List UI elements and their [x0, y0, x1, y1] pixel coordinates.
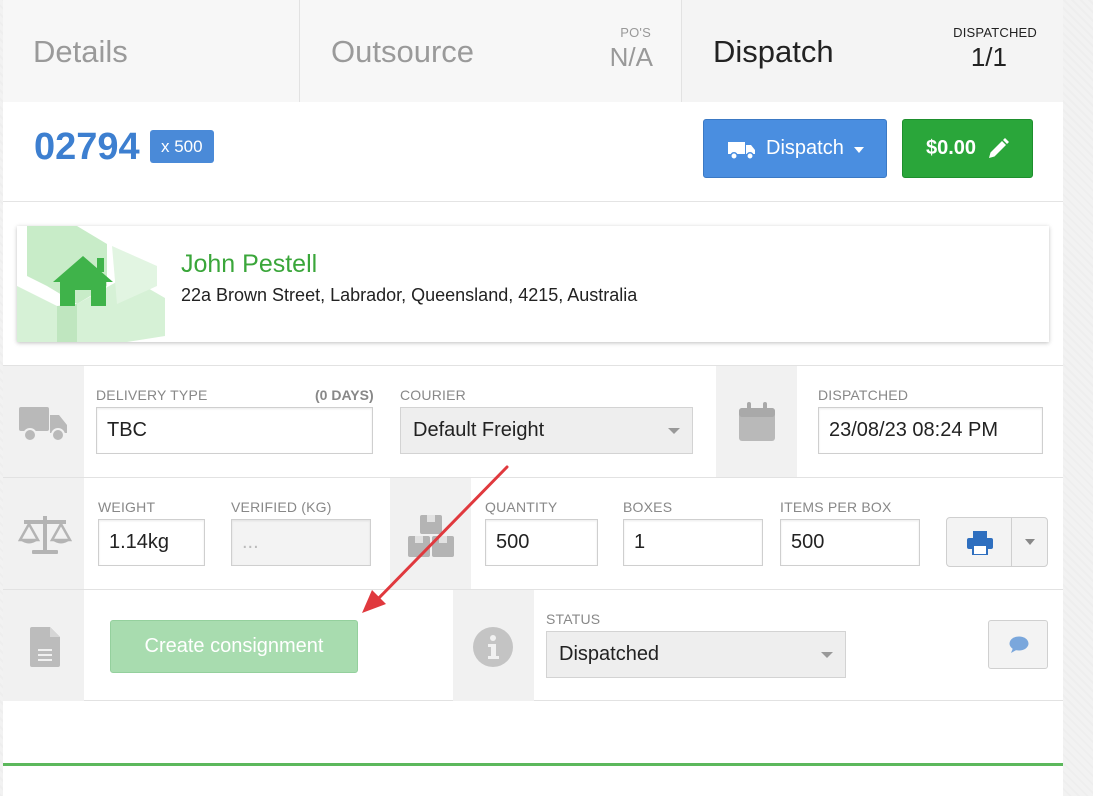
verified-weight-input[interactable]: ... [231, 519, 371, 566]
home-icon [17, 226, 167, 342]
quantity-badge: x 500 [150, 130, 214, 163]
job-header: 02794 x 500 Dispatch $0.00 [3, 102, 1063, 202]
items-per-box-input[interactable]: 500 [780, 519, 920, 566]
quantity-input[interactable]: 500 [485, 519, 598, 566]
footer-divider [3, 763, 1063, 766]
tab-bar: Details Outsource PO'S N/A Dispatch DISP… [3, 0, 1063, 102]
pencil-icon [986, 137, 1010, 167]
delivery-type-hint: (0 DAYS) [315, 387, 374, 403]
dispatch-panel: Details Outsource PO'S N/A Dispatch DISP… [3, 0, 1063, 796]
job-number: 02794 [34, 126, 140, 168]
boxes-icon-cell [390, 478, 471, 589]
weight-icon-cell [3, 478, 84, 589]
status-select[interactable]: Dispatched [546, 631, 846, 678]
dispatch-button[interactable]: Dispatch [703, 119, 887, 178]
dispatched-date-input[interactable]: 23/08/23 08:24 PM [818, 407, 1043, 454]
price-button-label: $0.00 [926, 137, 977, 159]
po-value: N/A [609, 42, 653, 72]
courier-value: Default Freight [413, 419, 545, 441]
boxes-label: BOXES [623, 499, 673, 515]
weight-input[interactable]: 1.14kg [98, 519, 205, 566]
chevron-down-icon [1025, 539, 1035, 545]
truck-icon [19, 403, 69, 448]
verified-weight-label: VERIFIED (KG) [231, 499, 332, 515]
customer-address: 22a Brown Street, Labrador, Queensland, … [181, 285, 638, 305]
create-consignment-button[interactable]: Create consignment [110, 620, 358, 673]
customer-name: John Pestell [181, 250, 318, 278]
delivery-row: DELIVERY TYPE (0 DAYS) TBC COURIER Defau… [3, 365, 1063, 477]
tab-details-title: Details [33, 34, 128, 69]
dispatched-count-label: DISPATCHED [953, 25, 1037, 40]
weight-label: WEIGHT [98, 499, 156, 515]
consignment-row: Create consignment STATUS Dispatched [3, 589, 1063, 701]
price-button[interactable]: $0.00 [902, 119, 1033, 178]
tab-dispatch[interactable]: Dispatch DISPATCHED 1/1 [682, 0, 1063, 102]
print-options-dropdown[interactable] [1011, 517, 1048, 567]
delivery-type-input[interactable]: TBC [96, 407, 373, 454]
dispatched-count-value: 1/1 [970, 42, 1007, 72]
status-label: STATUS [546, 611, 601, 627]
comment-icon [1009, 636, 1029, 659]
status-value: Dispatched [559, 643, 660, 665]
truck-icon [728, 140, 756, 166]
calendar-icon [738, 402, 776, 447]
courier-label: COURIER [400, 387, 466, 403]
comment-button[interactable] [988, 620, 1048, 669]
boxes-icon [408, 515, 454, 562]
document-icon [30, 627, 60, 672]
calendar-icon-cell [716, 366, 797, 477]
delivery-address-card[interactable]: John Pestell 22a Brown Street, Labrador,… [17, 226, 1049, 342]
quantity-label: QUANTITY [485, 499, 558, 515]
tab-details[interactable]: Details [3, 0, 300, 102]
scale-icon [17, 514, 73, 561]
delivery-icon-cell [3, 366, 84, 477]
document-icon-cell [3, 590, 84, 701]
info-icon-cell [453, 590, 534, 701]
dispatch-button-label: Dispatch [766, 137, 844, 159]
printer-icon [967, 531, 993, 560]
tab-dispatch-title: Dispatch [713, 34, 834, 69]
boxes-input[interactable]: 1 [623, 519, 763, 566]
delivery-type-label: DELIVERY TYPE [96, 387, 208, 403]
items-per-box-label: ITEMS PER BOX [780, 499, 892, 515]
dispatched-date-label: DISPATCHED [818, 387, 909, 403]
tab-outsource[interactable]: Outsource PO'S N/A [300, 0, 682, 102]
measurements-row: WEIGHT 1.14kg VERIFIED (KG) ... QUANTITY… [3, 477, 1063, 589]
chevron-down-icon [854, 147, 864, 153]
chevron-down-icon [821, 652, 833, 658]
courier-select[interactable]: Default Freight [400, 407, 693, 454]
info-icon [473, 627, 513, 672]
chevron-down-icon [668, 428, 680, 434]
tab-outsource-title: Outsource [331, 34, 475, 69]
po-label: PO'S [620, 25, 651, 40]
print-label-button[interactable] [946, 517, 1012, 567]
